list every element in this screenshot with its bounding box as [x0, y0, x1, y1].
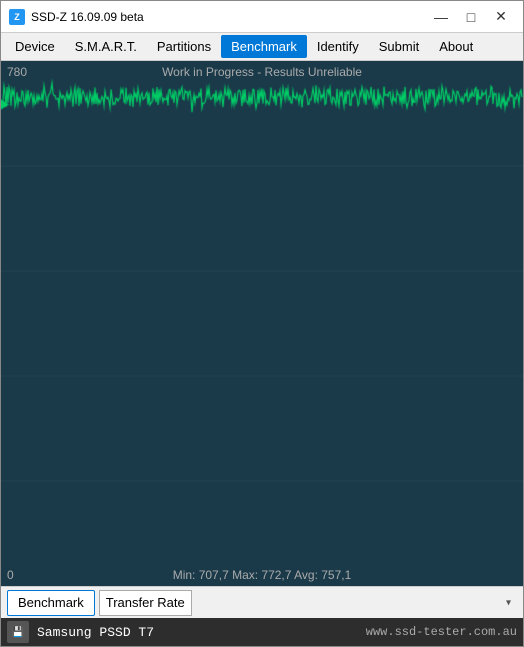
menu-bar: DeviceS.M.A.R.T.PartitionsBenchmarkIdent… [1, 33, 523, 61]
dropdown-wrapper: Transfer RateAccess TimeBurst Rate ▾ [99, 590, 517, 616]
title-bar-controls: — □ ✕ [427, 6, 515, 28]
menu-item-submit[interactable]: Submit [369, 35, 429, 58]
drive-icon: 💾 [7, 621, 29, 643]
drive-name: Samsung PSSD T7 [37, 625, 358, 640]
status-bar: 💾 Samsung PSSD T7 www.ssd-tester.com.au [1, 618, 523, 646]
transfer-rate-dropdown[interactable]: Transfer RateAccess TimeBurst Rate [99, 590, 192, 616]
dropdown-arrow-icon: ▾ [506, 597, 511, 608]
maximize-button[interactable]: □ [457, 6, 485, 28]
benchmark-button[interactable]: Benchmark [7, 590, 95, 616]
bottom-bar: Benchmark Transfer RateAccess TimeBurst … [1, 586, 523, 618]
close-button[interactable]: ✕ [487, 6, 515, 28]
main-window: Z SSD-Z 16.09.09 beta — □ ✕ DeviceS.M.A.… [0, 0, 524, 647]
title-bar-text: SSD-Z 16.09.09 beta [31, 10, 427, 24]
menu-item-about[interactable]: About [429, 35, 483, 58]
chart-stats: Min: 707,7 Max: 772,7 Avg: 757,1 [1, 568, 523, 582]
chart-value-bottom: 0 [7, 568, 14, 582]
menu-item-device[interactable]: Device [5, 35, 65, 58]
menu-item-identify[interactable]: Identify [307, 35, 369, 58]
chart-area: 780 Work in Progress - Results Unreliabl… [1, 61, 523, 586]
menu-item-benchmark[interactable]: Benchmark [221, 35, 307, 58]
chart-title: Work in Progress - Results Unreliable [1, 65, 523, 79]
minimize-button[interactable]: — [427, 6, 455, 28]
app-icon: Z [9, 9, 25, 25]
menu-item-partitions[interactable]: Partitions [147, 35, 221, 58]
website-label: www.ssd-tester.com.au [366, 625, 517, 639]
menu-item-smart[interactable]: S.M.A.R.T. [65, 35, 147, 58]
title-bar: Z SSD-Z 16.09.09 beta — □ ✕ [1, 1, 523, 33]
benchmark-chart [1, 61, 523, 586]
